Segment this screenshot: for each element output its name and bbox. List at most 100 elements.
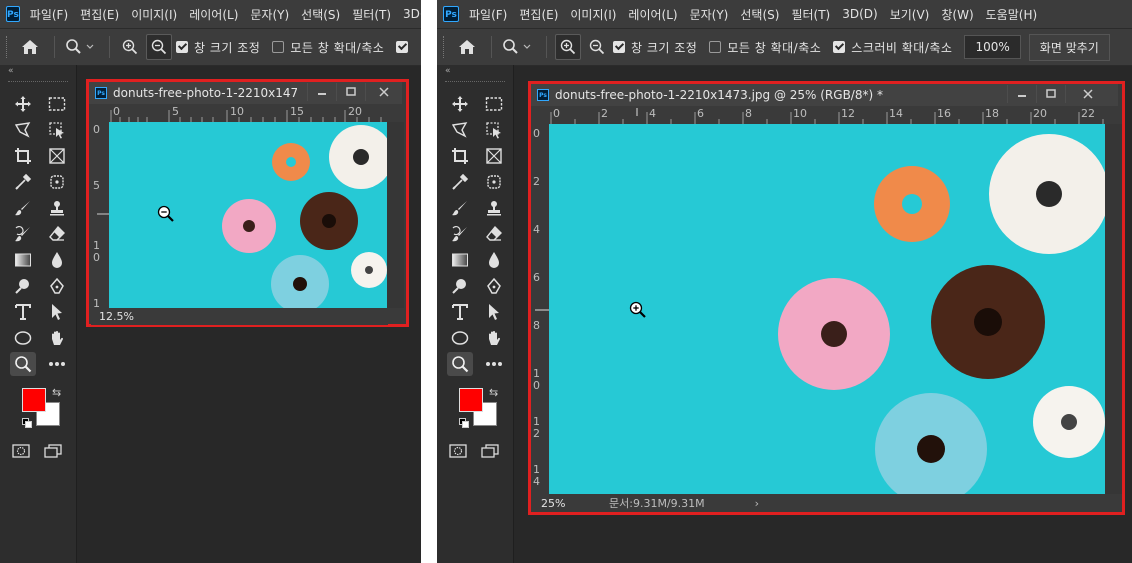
move-tool-icon[interactable] bbox=[447, 92, 473, 116]
marquee-tool-icon[interactable] bbox=[44, 92, 70, 116]
menu-image[interactable]: 이미지(I) bbox=[570, 6, 616, 23]
frame-tool-icon[interactable] bbox=[44, 144, 70, 168]
brush-tool-icon[interactable] bbox=[10, 196, 36, 220]
collapse-panel-icon[interactable]: « bbox=[437, 65, 513, 77]
screen-mode-icon[interactable] bbox=[481, 444, 499, 461]
object-selection-tool-icon[interactable] bbox=[44, 118, 70, 142]
zoom-level[interactable]: 12.5% bbox=[91, 310, 134, 323]
minimize-icon[interactable] bbox=[307, 83, 336, 101]
checkbox-checked-icon[interactable] bbox=[176, 41, 188, 53]
checkbox-checked-icon[interactable] bbox=[833, 41, 846, 53]
pen-tool-icon[interactable] bbox=[44, 274, 70, 298]
document-title-bar[interactable]: Ps donuts-free-photo-1-2210x1473.jpg @ 2… bbox=[531, 84, 1118, 106]
clone-stamp-tool-icon[interactable] bbox=[481, 196, 507, 220]
zoom-tool-preset-icon[interactable] bbox=[500, 35, 534, 59]
history-brush-tool-icon[interactable] bbox=[10, 222, 36, 246]
zoom-all-checkbox[interactable]: 모든 창 확대/축소 bbox=[272, 39, 384, 56]
menu-filter[interactable]: 필터(T) bbox=[791, 6, 830, 23]
ellipse-tool-icon[interactable] bbox=[10, 326, 36, 350]
history-brush-tool-icon[interactable] bbox=[447, 222, 473, 246]
hand-tool-icon[interactable] bbox=[44, 326, 70, 350]
menu-file[interactable]: 파일(F) bbox=[469, 6, 507, 23]
frame-tool-icon[interactable] bbox=[481, 144, 507, 168]
status-menu-arrow-icon[interactable]: › bbox=[755, 497, 759, 510]
menu-filter[interactable]: 필터(T) bbox=[352, 6, 391, 23]
zoom-tool-icon[interactable] bbox=[10, 352, 36, 376]
marquee-tool-icon[interactable] bbox=[481, 92, 507, 116]
fit-window-checkbox[interactable]: 창 크기 조정 bbox=[176, 39, 260, 56]
dodge-tool-icon[interactable] bbox=[447, 274, 473, 298]
type-tool-icon[interactable] bbox=[447, 300, 473, 324]
lasso-tool-icon[interactable] bbox=[10, 118, 36, 142]
menu-3d[interactable]: 3D(D) bbox=[403, 7, 421, 21]
gradient-tool-icon[interactable] bbox=[447, 248, 473, 272]
eyedropper-tool-icon[interactable] bbox=[447, 170, 473, 194]
image-canvas[interactable] bbox=[109, 122, 387, 308]
close-icon[interactable] bbox=[1065, 85, 1110, 103]
path-selection-tool-icon[interactable] bbox=[481, 300, 507, 324]
home-icon[interactable] bbox=[18, 35, 42, 59]
zoom-out-option-icon[interactable] bbox=[585, 35, 609, 59]
checkbox-checked-icon[interactable] bbox=[613, 41, 625, 53]
more-tools-icon[interactable] bbox=[481, 352, 507, 376]
spot-healing-tool-icon[interactable] bbox=[44, 170, 70, 194]
eyedropper-tool-icon[interactable] bbox=[10, 170, 36, 194]
fit-window-checkbox[interactable]: 창 크기 조정 bbox=[613, 39, 697, 56]
menu-type[interactable]: 문자(Y) bbox=[250, 6, 289, 23]
crop-tool-icon[interactable] bbox=[447, 144, 473, 168]
close-icon[interactable] bbox=[365, 83, 402, 101]
zoom-in-option-icon[interactable] bbox=[555, 34, 581, 60]
move-tool-icon[interactable] bbox=[10, 92, 36, 116]
clone-stamp-tool-icon[interactable] bbox=[44, 196, 70, 220]
menu-type[interactable]: 문자(Y) bbox=[690, 6, 729, 23]
swap-colors-icon[interactable]: ⇆ bbox=[489, 386, 498, 399]
screen-mode-icon[interactable] bbox=[44, 444, 62, 461]
zoom-tool-icon[interactable] bbox=[447, 352, 473, 376]
path-selection-tool-icon[interactable] bbox=[44, 300, 70, 324]
lasso-tool-icon[interactable] bbox=[447, 118, 473, 142]
eraser-tool-icon[interactable] bbox=[44, 222, 70, 246]
swap-colors-icon[interactable]: ⇆ bbox=[52, 386, 61, 399]
crop-tool-icon[interactable] bbox=[10, 144, 36, 168]
hand-tool-icon[interactable] bbox=[481, 326, 507, 350]
scrubby-zoom-checkbox[interactable]: 스크러비 확대/축소 bbox=[833, 39, 952, 56]
default-colors-icon[interactable] bbox=[459, 418, 469, 428]
menu-layer[interactable]: 레이어(L) bbox=[189, 6, 238, 23]
ellipse-tool-icon[interactable] bbox=[447, 326, 473, 350]
type-tool-icon[interactable] bbox=[10, 300, 36, 324]
vertical-scrollbar[interactable] bbox=[1105, 124, 1122, 494]
blur-tool-icon[interactable] bbox=[481, 248, 507, 272]
zoom-tool-preset-icon[interactable] bbox=[63, 35, 97, 59]
gradient-tool-icon[interactable] bbox=[10, 248, 36, 272]
collapse-panel-icon[interactable]: « bbox=[0, 65, 76, 77]
menu-edit[interactable]: 편집(E) bbox=[519, 6, 558, 23]
scrubby-zoom-checkbox-partial[interactable] bbox=[396, 41, 409, 53]
dodge-tool-icon[interactable] bbox=[10, 274, 36, 298]
maximize-icon[interactable] bbox=[336, 83, 365, 101]
zoom-out-option-icon[interactable] bbox=[146, 34, 172, 60]
default-colors-icon[interactable] bbox=[22, 418, 32, 428]
eraser-tool-icon[interactable] bbox=[481, 222, 507, 246]
menu-select[interactable]: 선택(S) bbox=[301, 6, 340, 23]
zoom-level[interactable]: 25% bbox=[531, 497, 601, 510]
object-selection-tool-icon[interactable] bbox=[481, 118, 507, 142]
menu-select[interactable]: 선택(S) bbox=[740, 6, 779, 23]
brush-tool-icon[interactable] bbox=[447, 196, 473, 220]
blur-tool-icon[interactable] bbox=[44, 248, 70, 272]
zoom-percent-button[interactable]: 100% bbox=[964, 35, 1021, 59]
document-size-info[interactable]: 문서:9.31M/9.31M bbox=[609, 495, 705, 511]
zoom-in-option-icon[interactable] bbox=[118, 35, 142, 59]
foreground-color-swatch[interactable] bbox=[459, 388, 483, 412]
spot-healing-tool-icon[interactable] bbox=[481, 170, 507, 194]
fit-screen-button[interactable]: 화면 맞추기 bbox=[1028, 33, 1110, 61]
menu-layer[interactable]: 레이어(L) bbox=[628, 6, 677, 23]
document-title-bar[interactable]: Ps donuts-free-photo-1-2210x147... bbox=[89, 82, 402, 104]
quick-mask-icon[interactable] bbox=[12, 444, 30, 461]
checkbox-unchecked-icon[interactable] bbox=[709, 41, 722, 53]
quick-mask-icon[interactable] bbox=[449, 444, 467, 461]
minimize-icon[interactable] bbox=[1007, 85, 1036, 103]
menu-3d[interactable]: 3D(D) bbox=[842, 7, 877, 21]
maximize-icon[interactable] bbox=[1036, 85, 1065, 103]
foreground-color-swatch[interactable] bbox=[22, 388, 46, 412]
more-tools-icon[interactable] bbox=[44, 352, 70, 376]
